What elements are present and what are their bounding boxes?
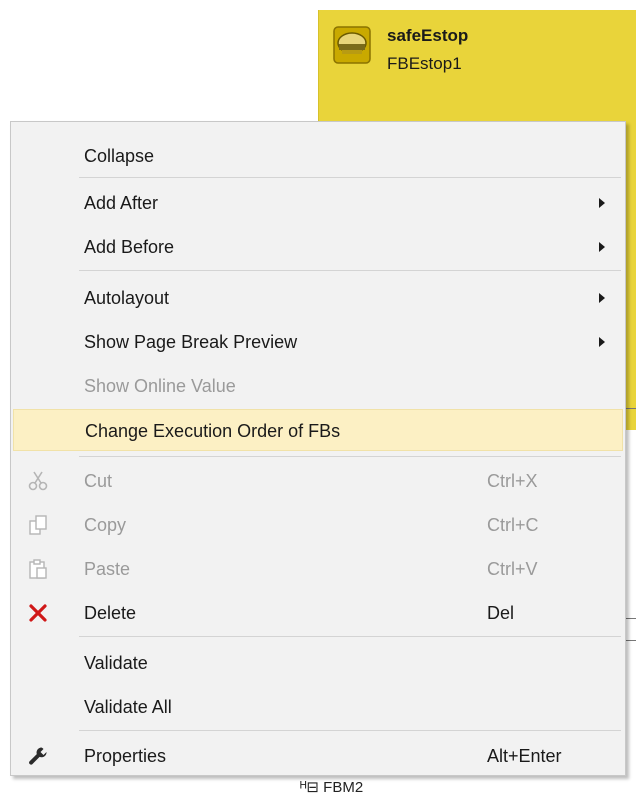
menu-item-label: Validate [84, 653, 148, 673]
menu-item-label: Cut [84, 471, 113, 491]
menu-separator [79, 636, 621, 637]
background-block-label: ᴴ⊟ FBM2 [300, 779, 364, 796]
menu-item-label: Paste [84, 559, 131, 579]
menu-item-cut[interactable]: Cut Ctrl+X [13, 460, 623, 502]
menu-item-label: Change Execution Order of FBs [85, 421, 341, 441]
menu-item-add-before[interactable]: Add Before [13, 226, 623, 268]
menu-item-shortcut: Ctrl+X [487, 471, 538, 491]
menu-separator [79, 456, 621, 457]
menu-separator [79, 270, 621, 271]
menu-item-copy[interactable]: Copy Ctrl+C [13, 504, 623, 546]
submenu-arrow-icon [599, 242, 605, 252]
scissors-icon [28, 471, 48, 491]
paste-icon [29, 559, 47, 579]
menu-item-autolayout[interactable]: Autolayout [13, 277, 623, 319]
menu-item-add-after[interactable]: Add After [13, 182, 623, 224]
function-block-title: safeEstop [387, 26, 469, 45]
menu-separator [79, 730, 621, 731]
emergency-stop-icon [333, 26, 371, 64]
menu-item-label: Add After [84, 193, 159, 213]
menu-item-label: Properties [84, 746, 167, 766]
menu-item-validate-all[interactable]: Validate All [13, 686, 623, 728]
connection-line [625, 640, 636, 641]
connection-line [625, 408, 636, 409]
menu-item-label: Copy [84, 515, 127, 535]
menu-item-show-page-break-preview[interactable]: Show Page Break Preview [13, 321, 623, 363]
menu-item-properties[interactable]: Properties Alt+Enter [13, 735, 623, 777]
menu-item-validate[interactable]: Validate [13, 642, 623, 684]
submenu-arrow-icon [599, 293, 605, 303]
submenu-arrow-icon [599, 337, 605, 347]
menu-separator [79, 177, 621, 178]
connection-line [625, 618, 636, 619]
context-menu: Collapse Add After Add Before Autolayout… [10, 121, 626, 776]
menu-item-shortcut: Alt+Enter [487, 746, 562, 766]
menu-item-label: Show Page Break Preview [84, 332, 298, 352]
menu-item-shortcut: Del [487, 603, 515, 623]
copy-icon [29, 515, 47, 535]
menu-item-shortcut: Ctrl+V [487, 559, 538, 579]
submenu-arrow-icon [599, 198, 605, 208]
menu-item-label: Show Online Value [84, 376, 236, 396]
menu-item-change-execution-order[interactable]: Change Execution Order of FBs [13, 409, 623, 451]
menu-item-label: Delete [84, 603, 137, 623]
canvas-background [625, 430, 636, 780]
menu-item-show-online-value[interactable]: Show Online Value [13, 365, 623, 407]
menu-item-collapse[interactable]: Collapse [13, 135, 623, 177]
wrench-icon [29, 747, 47, 765]
menu-item-label: Autolayout [84, 288, 170, 308]
delete-x-icon [29, 604, 47, 622]
menu-item-label: Validate All [84, 697, 172, 717]
function-block-instance-name: FBEstop1 [387, 54, 462, 73]
menu-item-label: Collapse [84, 146, 155, 166]
menu-item-label: Add Before [84, 237, 175, 257]
menu-item-paste[interactable]: Paste Ctrl+V [13, 548, 623, 590]
menu-item-shortcut: Ctrl+C [487, 515, 539, 535]
menu-item-delete[interactable]: Delete Del [13, 592, 623, 634]
